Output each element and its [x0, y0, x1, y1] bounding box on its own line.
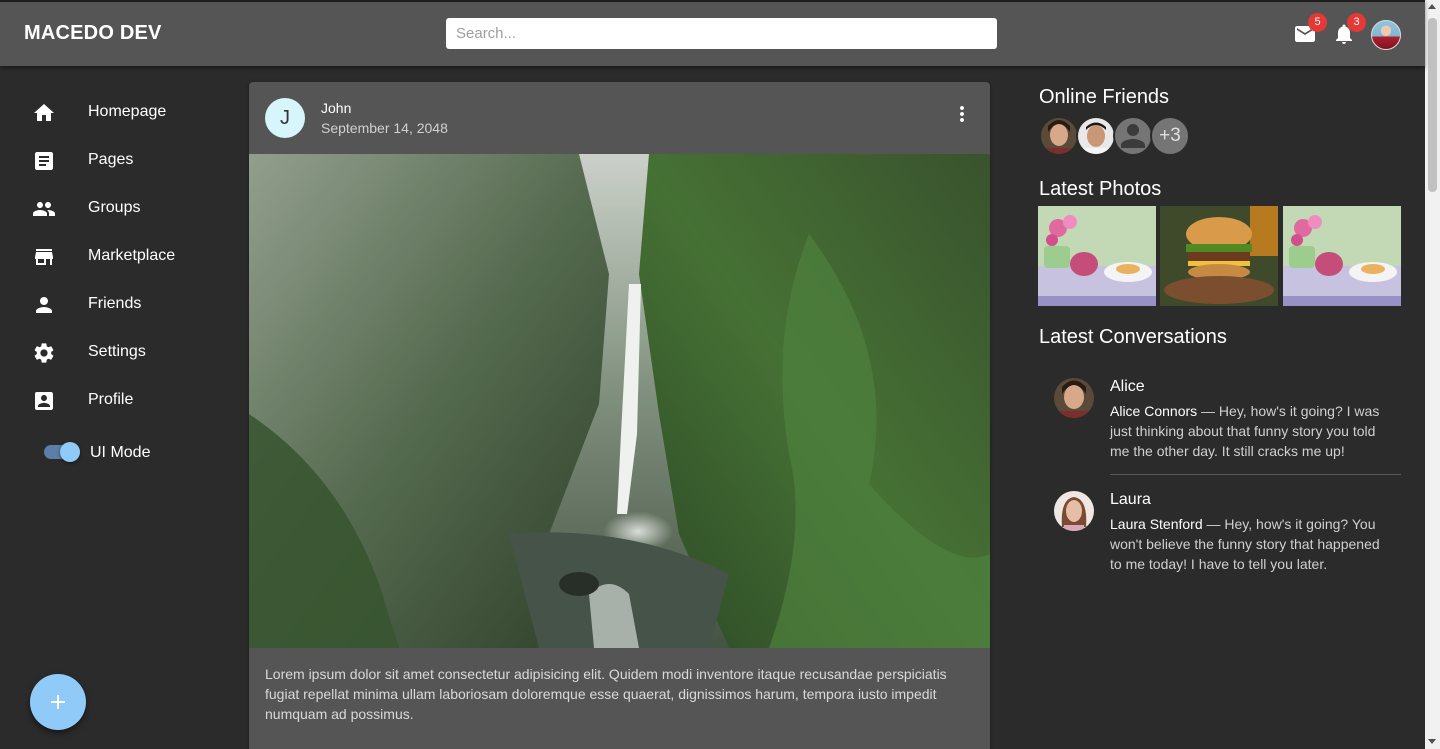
conversation-item[interactable]: Alice Alice Connors — Hey, how's it goin… [1054, 378, 1404, 468]
latest-photo-burger[interactable] [1160, 206, 1278, 306]
sidebar-item-friends[interactable]: Friends [0, 281, 230, 329]
online-friend-avatar[interactable] [1039, 116, 1079, 156]
sidebar: Homepage Pages Groups Marketplace Friend… [0, 66, 230, 749]
flowers-photo [1283, 206, 1401, 306]
app-bar: MACEDO DEV 5 3 [0, 0, 1425, 66]
waterfall-photo [249, 154, 990, 648]
conversation-sender: Laura Stenford [1110, 516, 1203, 532]
flowers-photo [1038, 206, 1156, 306]
laura-photo [1054, 491, 1094, 531]
scroll-up-arrow[interactable] [1428, 4, 1436, 9]
account-box-icon [35, 392, 53, 410]
mail-button[interactable]: 5 [1293, 13, 1327, 46]
ui-mode-toggle[interactable] [44, 442, 82, 462]
sidebar-item-profile[interactable]: Profile [0, 377, 230, 425]
conversation-avatar [1054, 378, 1094, 418]
sidebar-item-label: Profile [88, 391, 134, 408]
latest-conversations-title: Latest Conversations [1039, 326, 1227, 348]
mail-badge: 5 [1308, 13, 1327, 32]
sidebar-item-homepage[interactable]: Homepage [0, 89, 230, 137]
conversation-divider [1110, 474, 1401, 475]
add-button[interactable] [30, 674, 86, 730]
post-avatar[interactable]: J [265, 98, 305, 138]
alice-photo [1054, 378, 1094, 418]
conversation-sender: Alice Connors [1110, 403, 1198, 419]
post-card: J John September 14, 2048 Lorem ipsum do… [249, 82, 990, 749]
sidebar-item-groups[interactable]: Groups [0, 185, 230, 233]
post-date: September 14, 2048 [321, 120, 448, 136]
person-icon [1121, 124, 1145, 148]
conversation-preview: Laura Stenford — Hey, how's it going? Yo… [1110, 514, 1386, 574]
conversation-name: Alice [1110, 378, 1145, 395]
conversation-name: Laura [1110, 491, 1151, 508]
conversation-preview: Alice Connors — Hey, how's it going? I w… [1110, 401, 1386, 461]
latest-photo-flowers[interactable] [1283, 206, 1401, 306]
online-friends-more[interactable]: +3 [1150, 116, 1190, 156]
scrollbar-thumb[interactable] [1428, 18, 1437, 192]
sidebar-item-label: Groups [88, 199, 141, 216]
article-icon [35, 152, 53, 170]
latest-photo-flowers[interactable] [1038, 206, 1156, 306]
person-icon [36, 297, 52, 313]
user-avatar[interactable] [1371, 20, 1401, 50]
online-friends-title: Online Friends [1039, 86, 1170, 108]
sidebar-item-label: Marketplace [88, 247, 176, 264]
online-friend-avatar[interactable] [1076, 116, 1116, 156]
sidebar-item-label: Homepage [88, 103, 167, 120]
more-vert-icon [960, 106, 964, 122]
sidebar-item-settings[interactable]: Settings [0, 329, 230, 377]
sidebar-item-pages[interactable]: Pages [0, 137, 230, 185]
notifications-badge: 3 [1347, 13, 1366, 32]
friend-photo [1041, 118, 1077, 154]
sidebar-item-marketplace[interactable]: Marketplace [0, 233, 230, 281]
online-friend-avatar[interactable] [1113, 116, 1153, 156]
plus-icon [51, 695, 65, 709]
gear-icon [34, 343, 54, 363]
search-input[interactable] [446, 18, 997, 49]
brand-logo[interactable]: MACEDO DEV [24, 22, 162, 45]
scroll-down-arrow[interactable] [1428, 739, 1436, 744]
post-image-waterfall[interactable] [249, 154, 990, 648]
sidebar-item-label: Pages [88, 151, 134, 168]
home-icon [34, 104, 54, 121]
notifications-button[interactable]: 3 [1332, 13, 1366, 46]
toggle-knob [60, 442, 80, 462]
storefront-icon [35, 249, 53, 265]
post-body: Lorem ipsum dolor sit amet consectetur a… [265, 666, 947, 722]
post-author[interactable]: John [321, 100, 351, 116]
latest-photos-title: Latest Photos [1039, 178, 1162, 200]
friend-photo [1078, 118, 1114, 154]
people-icon [33, 202, 55, 216]
conversation-item[interactable]: Laura Laura Stenford — Hey, how's it goi… [1054, 491, 1404, 591]
sidebar-item-label: Settings [88, 343, 146, 360]
post-menu-button[interactable] [950, 102, 974, 126]
ui-mode-label: UI Mode [90, 444, 151, 461]
conversation-avatar [1054, 491, 1094, 531]
burger-photo [1160, 206, 1278, 306]
page-scrollbar[interactable] [1425, 0, 1440, 749]
sidebar-item-label: Friends [88, 295, 142, 312]
